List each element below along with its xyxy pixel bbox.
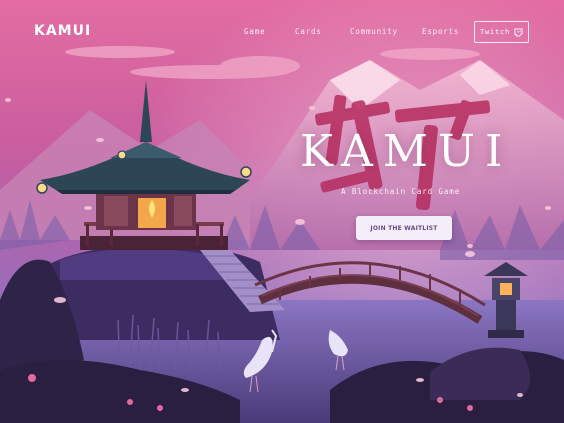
- brand-logo[interactable]: KAMUI: [34, 23, 91, 39]
- nav-link-community[interactable]: Community: [350, 27, 398, 36]
- hero-subtitle: A Blockchain Card Game: [341, 187, 461, 196]
- twitch-icon: [514, 27, 523, 37]
- nav-link-game[interactable]: Game: [244, 27, 265, 36]
- twitch-button[interactable]: Twitch: [474, 21, 529, 43]
- landing-page: KAMUI Game Cards Community Esports Twitc…: [0, 0, 564, 423]
- twitch-button-label: Twitch: [479, 28, 511, 36]
- join-waitlist-button[interactable]: JOIN THE WAITLIST: [356, 216, 452, 240]
- nav-link-cards[interactable]: Cards: [295, 27, 322, 36]
- top-navigation: KAMUI Game Cards Community Esports Twitc…: [0, 0, 564, 62]
- hero-illustration: [0, 0, 564, 423]
- nav-link-esports[interactable]: Esports: [422, 27, 459, 36]
- hero-title: KAMUI: [300, 126, 513, 177]
